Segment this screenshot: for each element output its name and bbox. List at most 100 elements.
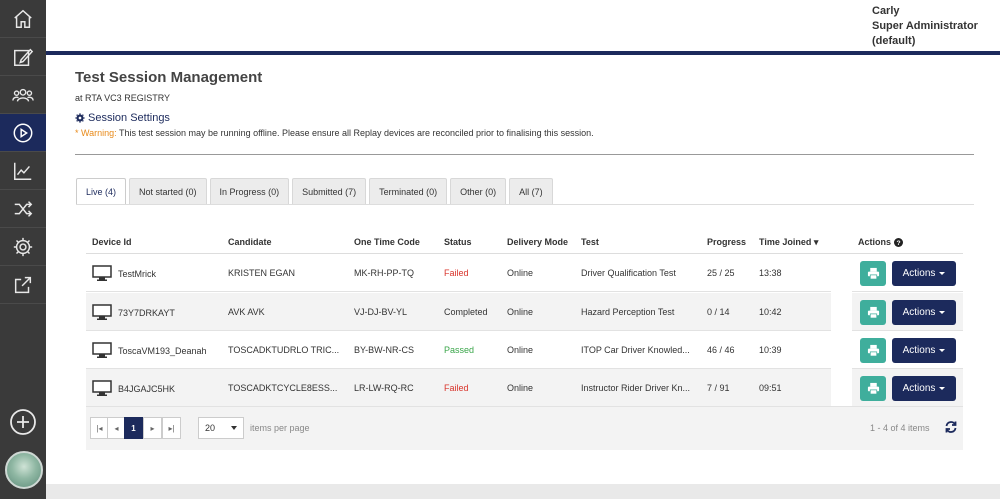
offline-warning: * Warning: This test session may be runn…: [75, 128, 594, 138]
col-status[interactable]: Status: [444, 237, 472, 247]
col-actions: Actions ?: [858, 237, 904, 247]
warning-label: * Warning:: [75, 128, 117, 138]
delivery-mode: Online: [507, 383, 534, 393]
col-candidate[interactable]: Candidate: [228, 237, 272, 247]
candidate-name: KRISTEN EGAN: [228, 268, 296, 278]
footer-strip: [46, 484, 1000, 499]
sidebar-item-sessions[interactable]: [0, 114, 46, 152]
actions-dropdown-button[interactable]: Actions: [892, 300, 956, 325]
one-time-code: BY-BW-NR-CS: [354, 345, 415, 355]
tab-submitted[interactable]: Submitted (7): [292, 178, 367, 204]
status-text: Completed: [444, 307, 488, 317]
svg-text:?: ?: [896, 240, 900, 247]
print-button[interactable]: [860, 261, 886, 286]
print-button[interactable]: [860, 300, 886, 325]
col-progress[interactable]: Progress: [707, 237, 746, 247]
next-page-button[interactable]: ▸: [143, 417, 162, 439]
tab-live[interactable]: Live (4): [76, 178, 127, 204]
one-time-code: MK-RH-PP-TQ: [354, 268, 414, 278]
tab-in-progress[interactable]: In Progress (0): [209, 178, 290, 204]
actions-dropdown-button[interactable]: Actions: [892, 338, 956, 363]
actions-cell: Actions: [852, 254, 963, 292]
caret-down-icon: [939, 387, 946, 390]
monitor-icon: [92, 304, 112, 320]
table-row: ToscaVM193_Deanah TOSCADKTUDRLO TRIC... …: [86, 331, 831, 369]
user-role: Super Administrator: [872, 20, 978, 32]
caret-down-icon: [939, 272, 946, 275]
col-test[interactable]: Test: [581, 237, 599, 247]
monitor-icon: [92, 342, 112, 358]
question-circle-icon[interactable]: ?: [894, 237, 904, 247]
candidate-name: TOSCADKTCYCLE8ESS...: [228, 383, 338, 393]
refresh-icon[interactable]: [944, 420, 958, 434]
tab-not-started[interactable]: Not started (0): [129, 178, 207, 204]
col-delivery-mode[interactable]: Delivery Mode: [507, 237, 568, 247]
per-page-label: items per page: [250, 423, 310, 433]
print-button[interactable]: [860, 376, 886, 401]
time-joined: 10:39: [759, 345, 782, 355]
candidate-name: TOSCADKTUDRLO TRIC...: [228, 345, 340, 355]
progress: 0 / 14: [707, 307, 730, 317]
sidebar-item-shuffle[interactable]: [0, 190, 46, 228]
sessions-table: Device Id Candidate One Time Code Status…: [86, 226, 963, 450]
status-tabs: Live (4) Not started (0) In Progress (0)…: [76, 178, 553, 204]
actions-dropdown-button[interactable]: Actions: [892, 376, 956, 401]
device-id: TestMrick: [118, 268, 156, 279]
col-time-joined[interactable]: Time Joined ▾: [759, 237, 818, 248]
time-joined: 10:42: [759, 307, 782, 317]
printer-icon: [867, 267, 879, 280]
sidebar: [0, 0, 46, 499]
page-subtitle: at RTA VC3 REGISTRY: [75, 93, 171, 103]
delivery-mode: Online: [507, 268, 534, 278]
table-row: B4JGAJC5HK TOSCADKTCYCLE8ESS... LR-LW-RQ…: [86, 369, 831, 407]
device-id: B4JGAJC5HK: [118, 383, 176, 394]
user-context: (default): [872, 35, 916, 47]
plus-circle-icon[interactable]: [9, 408, 37, 436]
actions-label: Actions: [902, 345, 936, 356]
per-page-value: 20: [205, 423, 216, 433]
external-link-icon: [14, 276, 32, 293]
main-content: Test Session Management at RTA VC3 REGIS…: [46, 56, 1000, 484]
printer-icon: [867, 306, 879, 319]
session-settings-link[interactable]: Session Settings: [75, 112, 170, 124]
session-settings-label: Session Settings: [88, 112, 170, 124]
people-icon: [12, 88, 34, 102]
device-cell: ToscaVM193_Deanah: [92, 342, 207, 359]
user-info[interactable]: Carly Super Administrator (default): [872, 4, 978, 49]
test-name: Instructor Rider Driver Kn...: [581, 383, 691, 393]
device-id: ToscaVM193_Deanah: [118, 345, 207, 356]
col-device-id[interactable]: Device Id: [92, 237, 132, 247]
items-per-page-select[interactable]: 20: [198, 417, 244, 439]
test-name: Hazard Perception Test: [581, 307, 675, 317]
actions-dropdown-button[interactable]: Actions: [892, 261, 956, 286]
section-divider: [75, 154, 974, 155]
device-cell: B4JGAJC5HK: [92, 380, 175, 397]
header: [46, 0, 1000, 54]
actions-cell: Actions: [852, 369, 963, 407]
actions-label: Actions: [902, 383, 936, 394]
tab-other[interactable]: Other (0): [450, 178, 507, 204]
sidebar-item-settings[interactable]: [0, 228, 46, 266]
print-button[interactable]: [860, 338, 886, 363]
user-name: Carly: [872, 5, 900, 17]
sidebar-item-external[interactable]: [0, 266, 46, 304]
sidebar-item-people[interactable]: [0, 76, 46, 114]
caret-down-icon: [939, 311, 946, 314]
col-actions-label: Actions: [858, 237, 892, 247]
sidebar-item-edit[interactable]: [0, 38, 46, 76]
last-page-button[interactable]: ▸|: [162, 417, 181, 439]
tab-terminated[interactable]: Terminated (0): [369, 178, 448, 204]
test-name: Driver Qualification Test: [581, 268, 676, 278]
item-count: 1 - 4 of 4 items: [870, 423, 930, 433]
col-one-time-code[interactable]: One Time Code: [354, 237, 420, 247]
sidebar-item-reports[interactable]: [0, 152, 46, 190]
caret-down-icon: [939, 349, 946, 352]
printer-icon: [867, 344, 879, 357]
current-page[interactable]: 1: [124, 417, 143, 439]
time-joined: 09:51: [759, 383, 782, 393]
device-cell: TestMrick: [92, 265, 156, 282]
tab-all[interactable]: All (7): [509, 178, 553, 204]
avatar[interactable]: [5, 451, 43, 489]
sidebar-item-home[interactable]: [0, 0, 46, 38]
progress: 46 / 46: [707, 345, 735, 355]
